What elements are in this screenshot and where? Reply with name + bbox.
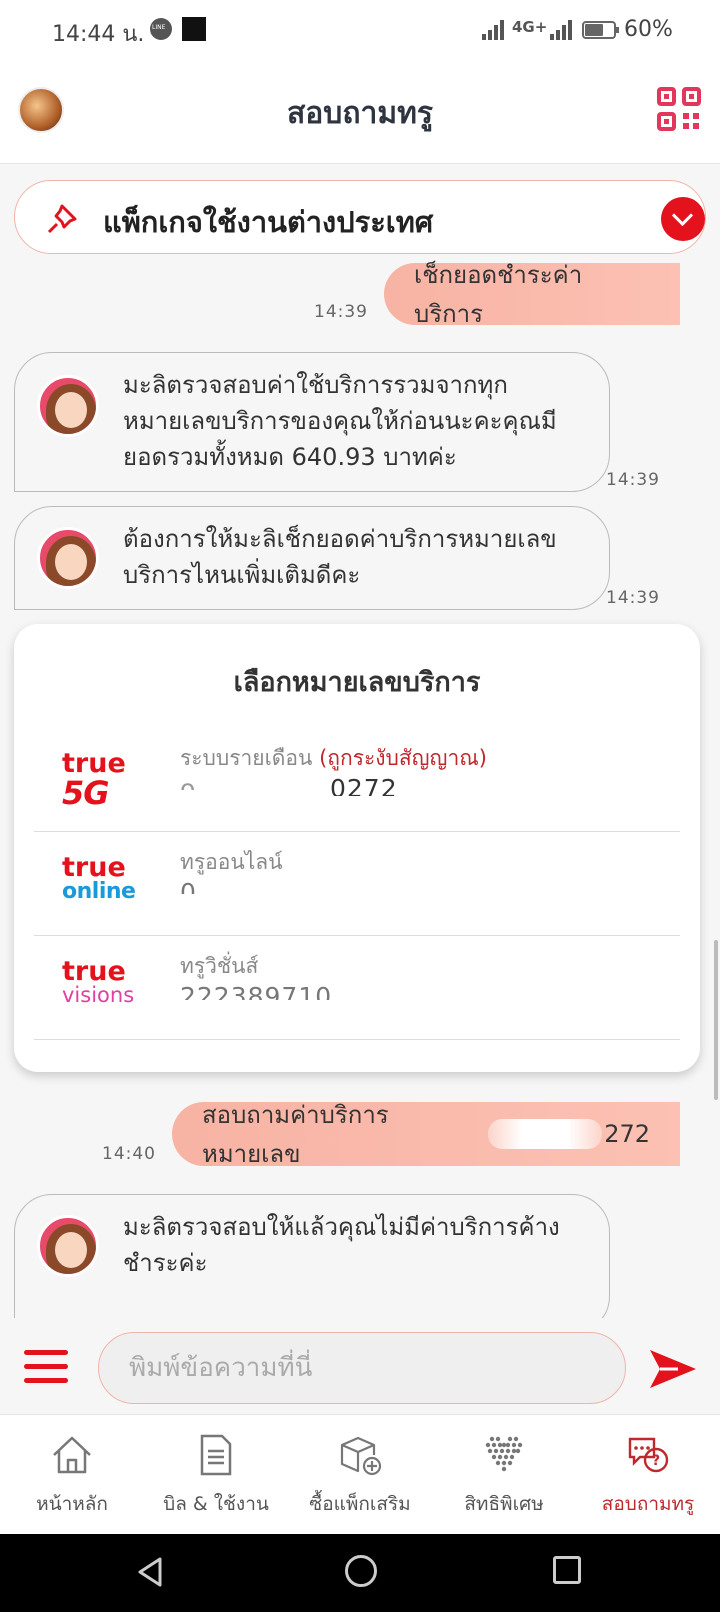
service-selection-card: เลือกหมายเลขบริการ true 5G ระบบรายเดือน … [14,624,700,1072]
message-time: 14:39 [606,588,660,608]
message-line: ต้องการให้มะลิเช็กยอดค่าบริการหมายเลข [123,525,557,553]
package-add-icon [340,1436,382,1476]
redacted-number [487,1119,603,1149]
nav-ask-true[interactable]: ? สอบถามทรู [576,1415,720,1535]
qr-code-icon[interactable] [656,86,702,132]
bottom-navigation: หน้าหลัก บิล & ใช้งาน ซื้อแพ็กเสริม สิทธ… [0,1414,720,1534]
line-app-icon [150,18,172,40]
nav-label: หน้าหลัก [36,1493,108,1515]
network-type: 4G+ [512,18,548,36]
message-text: สอบถามค่าบริการ หมายเลข [202,1101,389,1168]
bot-avatar [37,1215,99,1277]
recent-apps-icon[interactable] [553,1556,581,1584]
nav-label: บิล & ใช้งาน [163,1493,269,1515]
bot-message: มะลิตรวจสอบให้แล้วคุณไม่มีค่าบริการค้าง … [14,1194,610,1318]
user-message: สอบถามค่าบริการ หมายเลข 272 [172,1101,680,1168]
message-line: ชำระค่ะ [123,1249,208,1277]
service-number-masked: o [180,774,206,790]
message-input[interactable] [98,1332,626,1404]
pinned-topic-label: แพ็กเกจใช้งานต่างประเทศ [103,205,434,239]
chat-area[interactable]: เช็กยอดชำระค่าบริการ 14:39 มะลิตรวจสอบค่… [0,260,720,1318]
bot-message: มะลิตรวจสอบค่าใช้บริการรวมจากทุก หมายเลข… [14,352,610,492]
signal-2-icon [550,20,572,40]
service-label: ทรูวิชั่นส์ [180,954,259,978]
message-text: เช็กยอดชำระค่าบริการ [414,261,583,328]
bot-avatar [37,375,99,437]
user-message: เช็กยอดชำระค่าบริการ [384,261,680,328]
service-label: ทรูออนไลน์ [180,850,283,874]
system-navigation-bar [0,1534,720,1612]
home-button-icon[interactable] [345,1555,377,1587]
true-5g-logo: true 5G [62,748,126,812]
send-icon[interactable] [648,1346,698,1392]
bill-icon [200,1434,232,1476]
home-icon [53,1436,91,1474]
pin-icon [47,204,77,234]
nav-buy-package[interactable]: ซื้อแพ็กเสริม [288,1415,432,1535]
nav-bill[interactable]: บิล & ใช้งาน [144,1415,288,1535]
menu-icon[interactable] [24,1350,68,1384]
message-line: มะลิตรวจสอบค่าใช้บริการรวมจากทุก [123,371,508,399]
message-line: บริการไหนเพิ่มเติมดีคะ [123,561,361,589]
bot-avatar [37,527,99,589]
message-line: หมายเลขบริการของคุณให้ก่อนนะคะคุณมี [123,407,557,435]
service-number: 222389710 [180,982,333,1000]
privilege-heart-icon [485,1436,523,1472]
card-title: เลือกหมายเลขบริการ [233,667,481,698]
pinned-topic-banner[interactable]: แพ็กเกจใช้งานต่างประเทศ [14,180,706,254]
bot-message: ต้องการให้มะลิเช็กยอดค่าบริการหมายเลข บร… [14,506,610,610]
nav-label: สอบถามทรู [601,1493,695,1515]
chat-help-icon: ? [628,1437,669,1473]
message-time: 14:40 [102,1144,156,1164]
true-visions-logo: true visions [62,956,135,1007]
app-notification-icon [182,17,206,41]
app-header: สอบถามทรู [0,62,720,164]
message-line: มะลิตรวจสอบให้แล้วคุณไม่มีค่าบริการค้าง [123,1213,560,1241]
service-warning: (ถูกระงับสัญญาณ) [319,746,487,770]
service-number: 0272 [330,774,398,796]
message-line: ยอดรวมทั้งหมด 640.93 บาทค่ะ [123,443,457,471]
true-online-logo: true online [62,852,136,904]
page-title: สอบถามทรู [286,96,434,131]
status-time: 14:44 น. [52,22,145,47]
service-number-masked: 0 [180,878,197,894]
chat-scrollbar[interactable] [714,940,718,1100]
status-bar: 14:44 น. 4G+ 60% [0,0,720,62]
battery-percent: 60% [624,17,673,42]
chevron-down-icon[interactable] [661,197,705,241]
message-input-bar [0,1318,720,1414]
nav-label: สิทธิพิเศษ [464,1493,544,1515]
back-icon[interactable] [136,1556,166,1588]
message-text-tail: 272 [604,1120,650,1148]
nav-home[interactable]: หน้าหลัก [0,1415,144,1535]
service-option-truevisions[interactable]: true visions ทรูวิชั่นส์ 222389710 [34,936,680,1040]
battery-icon [582,21,619,39]
nav-privilege[interactable]: สิทธิพิเศษ [432,1415,576,1535]
message-time: 14:39 [314,302,368,322]
service-option-truemove[interactable]: true 5G ระบบรายเดือน (ถูกระงับสัญญาณ) 02… [34,728,680,832]
service-option-trueonline[interactable]: true online ทรูออนไลน์ 0 [34,832,680,936]
svg-text:?: ? [652,1453,660,1469]
nav-label: ซื้อแพ็กเสริม [309,1493,411,1515]
message-time: 14:39 [606,470,660,490]
signal-icon [482,20,506,40]
service-label: ระบบรายเดือน (ถูกระงับสัญญาณ) [180,746,487,770]
